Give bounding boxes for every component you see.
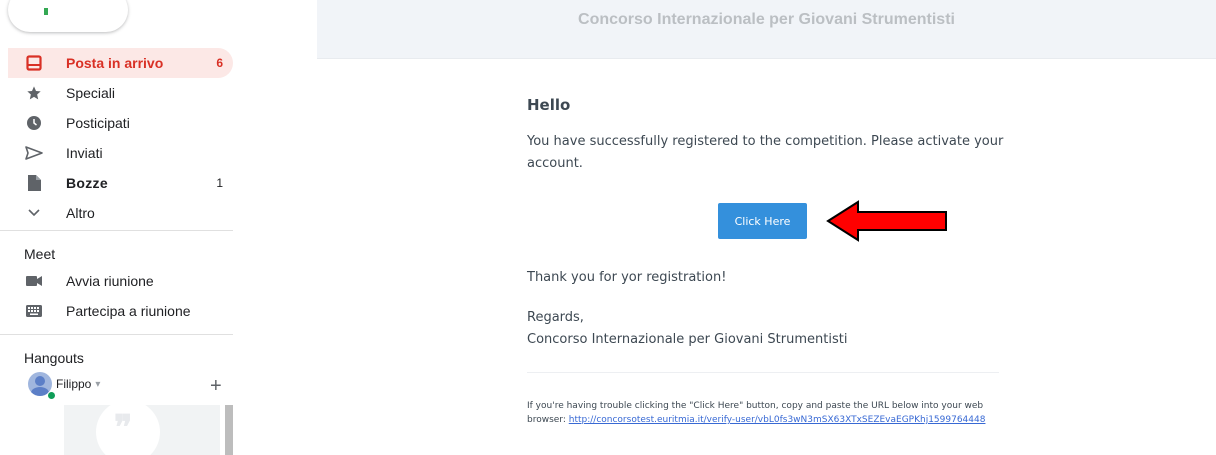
- hangouts-section-title: Hangouts: [24, 350, 84, 366]
- compose-button[interactable]: [8, 0, 128, 32]
- keyboard-icon: [24, 301, 44, 321]
- user-dropdown-icon[interactable]: ▾: [95, 379, 100, 390]
- sidebar-item-label: Speciali: [66, 85, 116, 101]
- click-here-button[interactable]: Click Here: [718, 203, 807, 239]
- sidebar-item-label: Posticipati: [66, 115, 130, 131]
- meet-item-label: Avvia riunione: [66, 273, 154, 289]
- sidebar-item-inbox[interactable]: Posta in arrivo 6: [8, 48, 233, 78]
- meet-item-label: Partecipa a riunione: [66, 303, 191, 319]
- sidebar-item-sent[interactable]: Inviati: [8, 138, 233, 168]
- clock-icon: [24, 113, 44, 133]
- sidebar-item-label: Bozze: [66, 175, 108, 191]
- email-message: You have successfully registered to the …: [527, 134, 1004, 171]
- sidebar-item-snoozed[interactable]: Posticipati: [8, 108, 233, 138]
- meet-start-meeting[interactable]: Avvia riunione: [8, 266, 233, 296]
- email-divider: [527, 372, 999, 373]
- unread-count: 6: [216, 56, 223, 70]
- sidebar-item-more[interactable]: Altro: [8, 198, 233, 228]
- sidebar-item-label: Posta in arrivo: [66, 55, 164, 71]
- video-icon: [24, 271, 44, 291]
- email-header-title: Concorso Internazionale per Giovani Stru…: [578, 11, 955, 28]
- chevron-down-icon: [24, 203, 44, 223]
- inbox-icon: [24, 53, 44, 73]
- quote-icon: ❞: [114, 408, 133, 448]
- send-icon: [24, 143, 44, 163]
- draft-count: 1: [216, 176, 223, 190]
- meet-join-meeting[interactable]: Partecipa a riunione: [8, 296, 233, 326]
- sidebar: Posta in arrivo 6 Speciali Posticipati I…: [0, 0, 245, 455]
- sidebar-divider: [0, 334, 233, 335]
- compose-plus-icon: [44, 8, 48, 15]
- meet-section-title: Meet: [24, 246, 56, 262]
- sidebar-divider: [0, 230, 233, 231]
- scrollbar[interactable]: [225, 405, 233, 455]
- email-regards: Regards,: [527, 310, 584, 325]
- add-contact-button[interactable]: +: [210, 376, 222, 396]
- email-greeting: Hello: [527, 96, 571, 114]
- online-status-icon: [47, 391, 56, 400]
- red-arrow-icon: [826, 200, 947, 242]
- sidebar-item-starred[interactable]: Speciali: [8, 78, 233, 108]
- email-greeting-wrap: Hello: [527, 96, 999, 114]
- star-icon: [24, 83, 44, 103]
- sidebar-item-label: Inviati: [66, 145, 103, 161]
- email-header: Concorso Internazionale per Giovani Stru…: [317, 0, 1216, 59]
- draft-icon: [24, 173, 44, 193]
- email-thanks: Thank you for yor registration!: [527, 270, 727, 285]
- sidebar-item-drafts[interactable]: Bozze 1: [8, 168, 233, 198]
- email-signature: Concorso Internazionale per Giovani Stru…: [527, 332, 848, 347]
- hangouts-user-name: Filippo: [56, 377, 92, 391]
- sidebar-item-label: Altro: [66, 205, 95, 221]
- email-subcopy: If you're having trouble clicking the "C…: [527, 399, 1002, 427]
- verify-link[interactable]: http://concorsotest.euritmia.it/verify-u…: [569, 415, 986, 425]
- hangouts-user[interactable]: Filippo ▾: [28, 372, 100, 396]
